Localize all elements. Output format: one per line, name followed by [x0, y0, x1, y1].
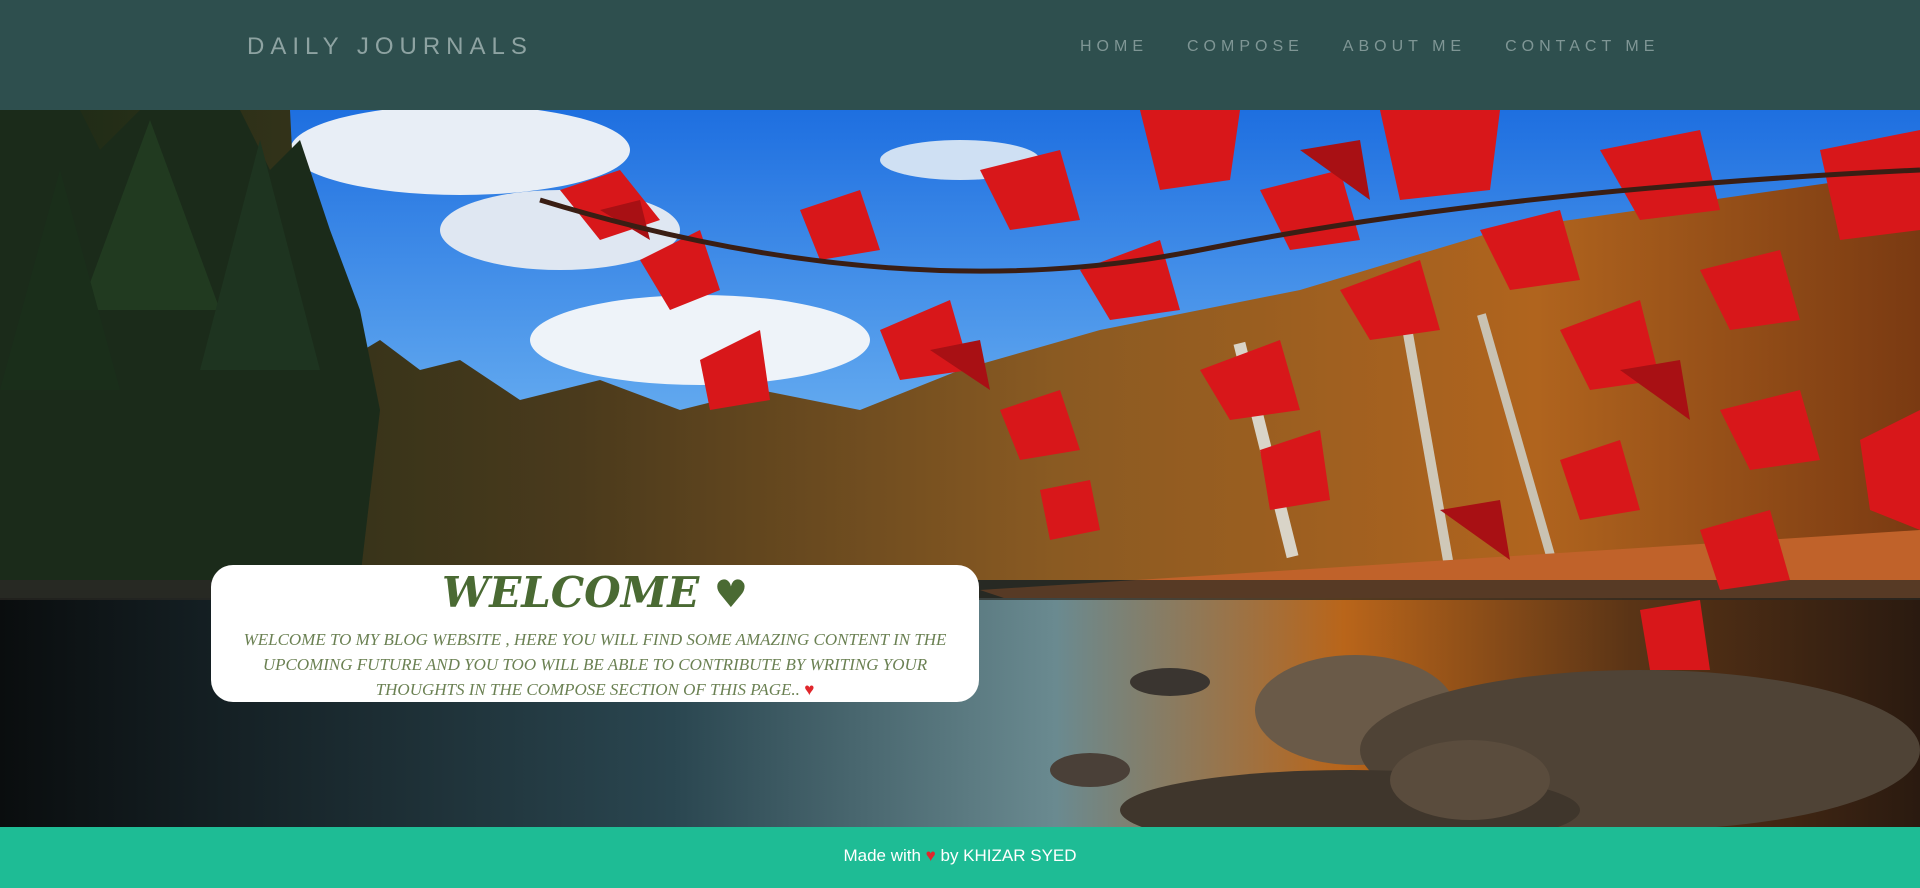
heart-icon: ♥ — [713, 571, 748, 616]
navbar: DAILY JOURNALS HOME COMPOSE ABOUT ME CON… — [0, 0, 1920, 110]
welcome-card: WELCOME ♥ WELCOME TO MY BLOG WEBSITE , H… — [211, 565, 979, 702]
nav-contact-link[interactable]: CONTACT ME — [1505, 38, 1659, 56]
footer-credit: Made with ♥ by KHIZAR SYED — [0, 827, 1920, 877]
footer-prefix: Made with — [843, 846, 921, 865]
red-heart-icon: ♥ — [804, 680, 815, 699]
brand-title[interactable]: DAILY JOURNALS — [247, 33, 533, 61]
autumn-lake-background-image — [0, 110, 1920, 827]
welcome-title-text: WELCOME — [442, 568, 700, 617]
nav-compose-link[interactable]: COMPOSE — [1187, 38, 1304, 56]
footer: Made with ♥ by KHIZAR SYED — [0, 827, 1920, 888]
nav-about-link[interactable]: ABOUT ME — [1343, 38, 1466, 56]
welcome-paragraph: WELCOME TO MY BLOG WEBSITE , HERE YOU WI… — [229, 627, 961, 702]
nav-home-link[interactable]: HOME — [1080, 38, 1148, 56]
hero-section: WELCOME ♥ WELCOME TO MY BLOG WEBSITE , H… — [0, 110, 1920, 827]
footer-author: by KHIZAR SYED — [940, 846, 1077, 865]
nav-menu: HOME COMPOSE ABOUT ME CONTACT ME — [1080, 38, 1698, 56]
footer-heart-icon: ♥ — [925, 846, 936, 865]
welcome-description: WELCOME TO MY BLOG WEBSITE , HERE YOU WI… — [243, 630, 947, 699]
welcome-heading: WELCOME ♥ — [211, 565, 979, 619]
